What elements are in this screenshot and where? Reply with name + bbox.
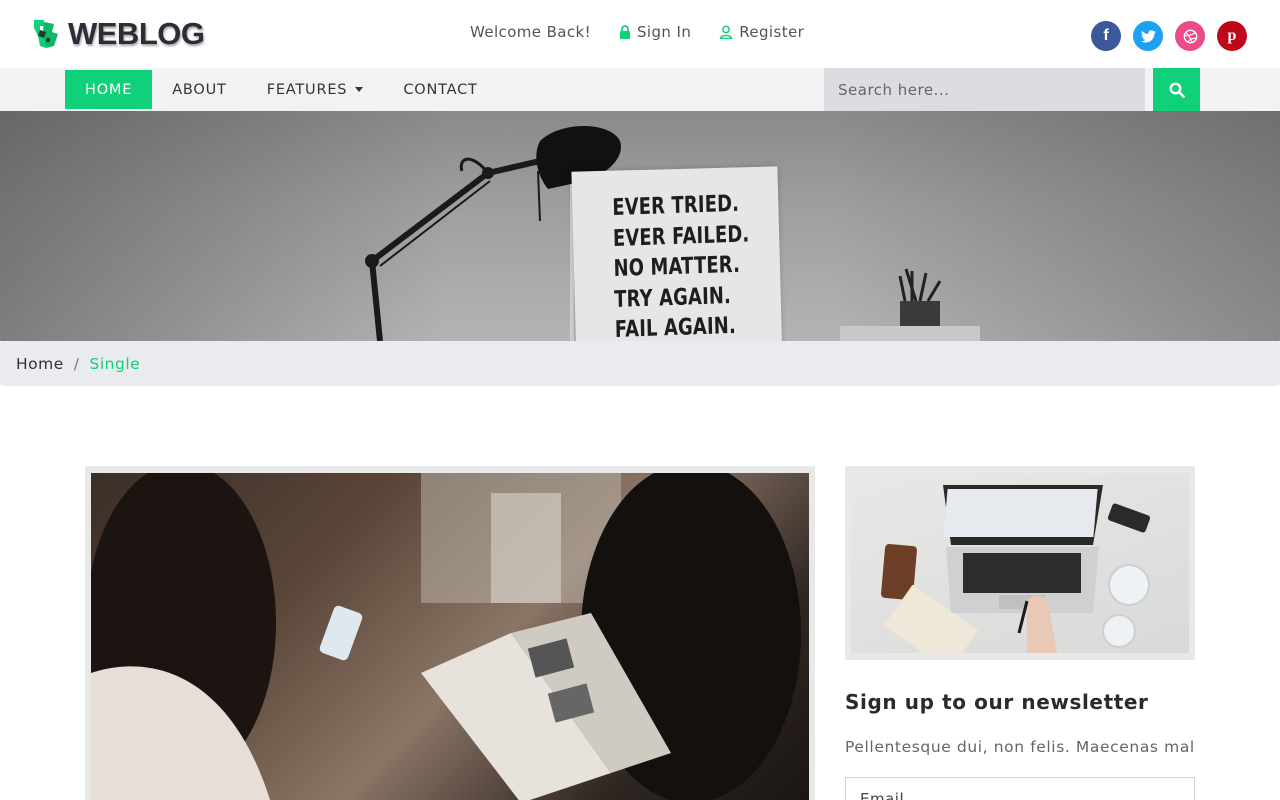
caret-down-icon: [355, 87, 364, 92]
newsletter-description: Pellentesque dui, non felis. Maecenas ma…: [845, 738, 1195, 756]
newsletter-title: Sign up to our newsletter: [845, 690, 1149, 714]
poster-line: EVER FAILED.: [612, 220, 750, 252]
post-featured-image: [91, 473, 809, 800]
sign-in-link[interactable]: Sign In: [619, 23, 691, 41]
user-icon: [719, 25, 733, 39]
site-logo[interactable]: WEBLOG: [32, 16, 205, 52]
nav-item-contact[interactable]: CONTACT: [383, 70, 497, 109]
nav-item-label: CONTACT: [403, 81, 478, 98]
sidebar-image: [851, 473, 1189, 653]
poster-line: EVER TRIED.: [612, 190, 740, 221]
top-bar: WEBLOG Welcome Back! Sign In Register f: [0, 0, 1280, 68]
pinterest-icon: p: [1227, 27, 1237, 44]
hero-banner: EVER TRIED. EVER FAILED. NO MATTER. TRY …: [0, 111, 1280, 341]
dribbble-icon: [1183, 29, 1197, 43]
poster-text: EVER TRIED. EVER FAILED. NO MATTER. TRY …: [612, 189, 750, 341]
logo-icon: [34, 20, 58, 48]
nav-item-label: HOME: [85, 81, 133, 98]
poster-line: TRY AGAIN.: [613, 282, 732, 313]
nav-item-home[interactable]: HOME: [65, 70, 153, 109]
welcome-text: Welcome Back!: [470, 23, 592, 41]
laptop-desk-photo: [881, 485, 1151, 653]
nav-item-about[interactable]: ABOUT: [152, 70, 247, 109]
nav-item-label: ABOUT: [172, 81, 227, 98]
email-field[interactable]: [845, 777, 1195, 800]
register-link[interactable]: Register: [719, 23, 804, 41]
search-input[interactable]: [824, 68, 1145, 111]
pinterest-button[interactable]: p: [1217, 21, 1247, 51]
breadcrumb: Home / Single: [0, 341, 1280, 386]
main-navbar: HOME ABOUT FEATURES CONTACT: [0, 68, 1280, 111]
logo-text: WEBLOG: [68, 16, 205, 51]
people-reading-photo: [91, 473, 801, 800]
poster-line: NO MATTER.: [613, 251, 741, 282]
social-links: f p: [1091, 21, 1247, 51]
facebook-icon: f: [1103, 27, 1109, 44]
twitter-button[interactable]: [1133, 21, 1163, 51]
search-button[interactable]: [1153, 68, 1200, 111]
nav-item-label: FEATURES: [266, 81, 348, 98]
twitter-icon: [1140, 29, 1156, 42]
search-icon: [1168, 81, 1185, 98]
sign-in-label: Sign In: [637, 23, 692, 41]
register-label: Register: [739, 23, 805, 41]
poster-line: FAIL AGAIN.: [614, 312, 737, 341]
nav-item-features[interactable]: FEATURES: [247, 70, 384, 109]
breadcrumb-home-link[interactable]: Home: [16, 355, 64, 373]
breadcrumb-separator: /: [73, 354, 80, 373]
breadcrumb-current: Single: [89, 354, 141, 373]
nav-menu: HOME ABOUT FEATURES CONTACT: [65, 70, 498, 109]
lock-icon: [620, 25, 631, 39]
facebook-button[interactable]: f: [1091, 21, 1121, 51]
dribbble-button[interactable]: [1175, 21, 1205, 51]
